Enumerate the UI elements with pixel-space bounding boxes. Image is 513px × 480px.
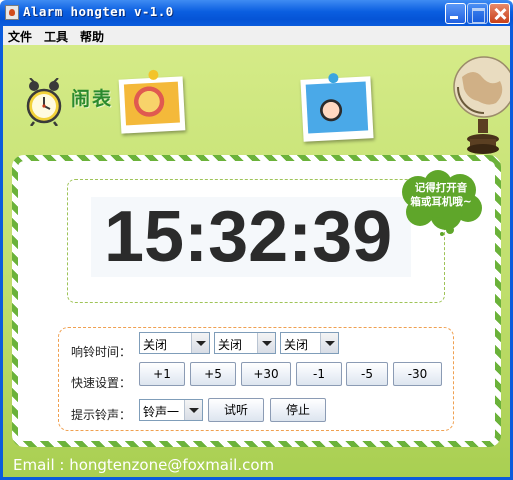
quick-plus-1-button[interactable]: +1 xyxy=(139,362,185,386)
ring-minute-select[interactable]: 关闭 xyxy=(214,332,276,354)
quick-plus-5-button[interactable]: +5 xyxy=(190,362,236,386)
chevron-down-icon[interactable] xyxy=(257,333,275,353)
alarm-clock-icon xyxy=(26,78,62,126)
hint-line-1: 记得打开音 xyxy=(414,182,468,194)
menu-bar: 文件 工具 帮助 xyxy=(0,26,513,45)
pin-icon xyxy=(148,69,159,81)
globe-icon xyxy=(453,56,510,154)
decorative-photo xyxy=(118,69,186,134)
chevron-down-icon[interactable] xyxy=(320,333,338,353)
menu-tools[interactable]: 工具 xyxy=(44,28,68,45)
close-button[interactable] xyxy=(489,3,510,24)
preview-sound-button[interactable]: 试听 xyxy=(208,398,264,422)
brand-title: 闹表 xyxy=(71,88,114,110)
clock-time: 15:32:39 xyxy=(104,197,393,277)
minimize-button[interactable] xyxy=(445,3,466,24)
chevron-down-icon[interactable] xyxy=(184,400,202,420)
quick-set-label: 快速设置： xyxy=(71,376,132,390)
menu-file[interactable]: 文件 xyxy=(8,28,32,45)
ring-second-select[interactable]: 关闭 xyxy=(280,332,339,354)
ringtone-select[interactable]: 铃声一 xyxy=(139,399,203,421)
title-bar: Alarm hongten v-1.0 xyxy=(0,0,513,26)
quick-minus-30-button[interactable]: -30 xyxy=(393,362,442,386)
ring-hour-select[interactable]: 关闭 xyxy=(139,332,210,354)
maximize-button[interactable] xyxy=(467,3,488,24)
hint-line-2: 箱或耳机哦~ xyxy=(410,196,472,208)
footer-email: Email : hongtenzone@foxmail.com xyxy=(13,456,275,474)
ring-time-label: 响铃时间： xyxy=(71,345,132,359)
quick-minus-5-button[interactable]: -5 xyxy=(346,362,388,386)
quick-plus-30-button[interactable]: +30 xyxy=(241,362,291,386)
pin-icon xyxy=(328,72,339,84)
window-title: Alarm hongten v-1.0 xyxy=(23,4,174,19)
stop-sound-button[interactable]: 停止 xyxy=(270,398,326,422)
hint-bubble-text: 记得打开音 箱或耳机哦~ xyxy=(404,181,478,209)
quick-minus-1-button[interactable]: -1 xyxy=(296,362,342,386)
decorative-photo xyxy=(300,72,374,142)
ringtone-label: 提示铃声： xyxy=(71,408,132,422)
java-app-icon xyxy=(5,5,19,20)
menu-help[interactable]: 帮助 xyxy=(80,28,104,45)
chevron-down-icon[interactable] xyxy=(191,333,209,353)
